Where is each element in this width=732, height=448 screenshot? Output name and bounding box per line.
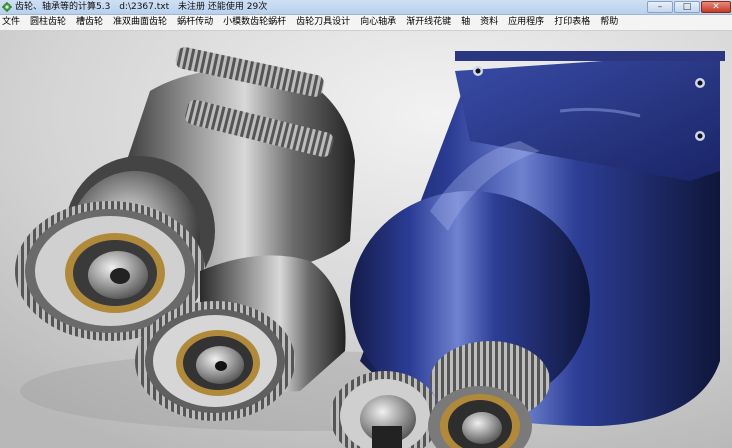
minimize-button[interactable]: –	[647, 1, 673, 13]
menu-hypoid-gear[interactable]: 准双曲面齿轮	[109, 15, 173, 30]
gear-app-icon[interactable]	[2, 2, 12, 12]
menu-shaft[interactable]: 轴	[457, 15, 476, 30]
menu-radial-bearing[interactable]: 向心轴承	[356, 15, 402, 30]
menu-small-module-gear[interactable]: 小模数齿轮蜗杆	[219, 15, 292, 30]
menu-involute-spline[interactable]: 渐开线花键	[402, 15, 457, 30]
window-controls: – □ ✕	[647, 0, 732, 14]
title-bar: 齿轮、轴承等的计算5.3 d:\2367.txt 未注册 还能使用 29次 – …	[0, 0, 732, 15]
menu-bar: 文件 圆柱齿轮 槽齿轮 准双曲面齿轮 蜗杆传动 小模数齿轮蜗杆 齿轮刀具设计 向…	[0, 15, 732, 31]
menu-print-table[interactable]: 打印表格	[550, 15, 596, 30]
maximize-button[interactable]: □	[674, 1, 700, 13]
title-file-path: d:\2367.txt	[119, 2, 170, 12]
menu-applications[interactable]: 应用程序	[504, 15, 550, 30]
close-button[interactable]: ✕	[701, 1, 731, 13]
menu-cylindrical-gear[interactable]: 圆柱齿轮	[26, 15, 72, 30]
menu-file[interactable]: 文件	[0, 15, 26, 30]
menu-slot-gear[interactable]: 槽齿轮	[72, 15, 109, 30]
menu-help[interactable]: 帮助	[596, 15, 624, 30]
window-title: 齿轮、轴承等的计算5.3 d:\2367.txt 未注册 还能使用 29次	[15, 0, 273, 14]
menu-worm-drive[interactable]: 蜗杆传动	[173, 15, 219, 30]
title-registration-status: 未注册 还能使用 29次	[178, 2, 268, 12]
title-app-name: 齿轮、轴承等的计算5.3	[15, 2, 111, 12]
menu-reference[interactable]: 资料	[476, 15, 504, 30]
splash-image	[0, 31, 732, 448]
menu-gear-cutter-design[interactable]: 齿轮刀具设计	[292, 15, 356, 30]
